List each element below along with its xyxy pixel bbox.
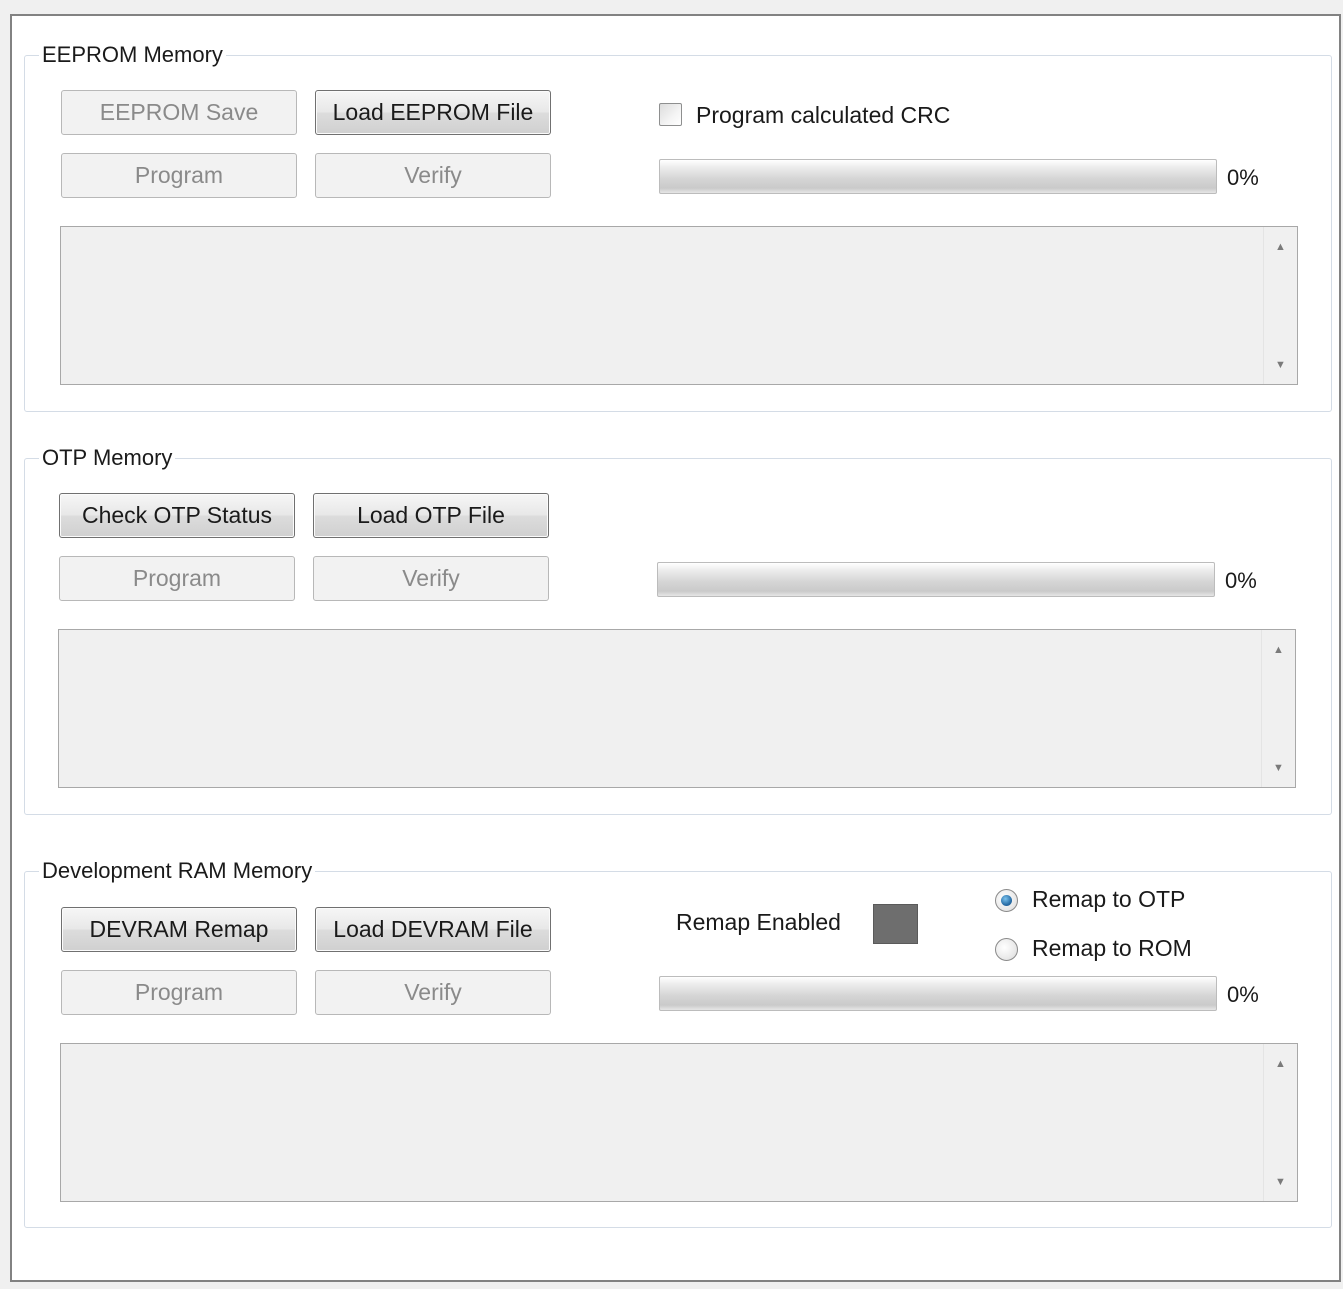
top-strip [0,0,1343,14]
load-eeprom-file-button[interactable]: Load EEPROM File [315,90,551,135]
eeprom-progress-bar [659,159,1217,194]
devram-log-text[interactable] [61,1044,1263,1201]
eeprom-group-title: EEPROM Memory [39,41,226,69]
devram-log-area[interactable]: ▲ ▼ [60,1043,1298,1202]
scroll-up-arrow-icon[interactable]: ▲ [1264,232,1297,262]
remap-enabled-indicator [873,904,918,944]
devram-program-button[interactable]: Program [61,970,297,1015]
program-crc-label[interactable]: Program calculated CRC [696,101,950,129]
otp-log-text[interactable] [59,630,1261,787]
scroll-down-arrow-icon[interactable]: ▼ [1262,753,1295,783]
scroll-down-arrow-icon[interactable]: ▼ [1264,1167,1297,1197]
devram-memory-group: Development RAM Memory DEVRAM Remap Load… [24,857,1332,1228]
otp-group-title: OTP Memory [39,444,176,472]
otp-progress-bar [657,562,1215,597]
eeprom-log-scrollbar[interactable]: ▲ ▼ [1263,227,1297,384]
remap-to-rom-radio[interactable] [995,938,1018,961]
eeprom-memory-group: EEPROM Memory EEPROM Save Load EEPROM Fi… [24,41,1332,412]
otp-program-button[interactable]: Program [59,556,295,601]
program-crc-checkbox[interactable] [659,103,682,126]
devram-log-scrollbar[interactable]: ▲ ▼ [1263,1044,1297,1201]
radio-selected-dot [1001,895,1012,906]
memory-panel: EEPROM Memory EEPROM Save Load EEPROM Fi… [10,14,1341,1282]
otp-progress-percent: 0% [1225,568,1257,593]
remap-to-otp-radio[interactable] [995,889,1018,912]
eeprom-save-button[interactable]: EEPROM Save [61,90,297,135]
otp-verify-button[interactable]: Verify [313,556,549,601]
check-otp-status-button[interactable]: Check OTP Status [59,493,295,538]
remap-enabled-label: Remap Enabled [676,909,841,935]
otp-memory-group: OTP Memory Check OTP Status Load OTP Fil… [24,444,1332,815]
load-otp-file-button[interactable]: Load OTP File [313,493,549,538]
otp-log-scrollbar[interactable]: ▲ ▼ [1261,630,1295,787]
eeprom-progress-percent: 0% [1227,165,1259,190]
devram-progress-percent: 0% [1227,982,1259,1007]
eeprom-log-text[interactable] [61,227,1263,384]
eeprom-program-button[interactable]: Program [61,153,297,198]
devram-progress-bar [659,976,1217,1011]
otp-log-area[interactable]: ▲ ▼ [58,629,1296,788]
load-devram-file-button[interactable]: Load DEVRAM File [315,907,551,952]
scroll-up-arrow-icon[interactable]: ▲ [1262,635,1295,665]
scroll-up-arrow-icon[interactable]: ▲ [1264,1049,1297,1079]
remap-to-rom-label[interactable]: Remap to ROM [1032,934,1192,962]
eeprom-log-area[interactable]: ▲ ▼ [60,226,1298,385]
devram-group-title: Development RAM Memory [39,857,316,885]
devram-verify-button[interactable]: Verify [315,970,551,1015]
scroll-down-arrow-icon[interactable]: ▼ [1264,350,1297,380]
remap-to-otp-label[interactable]: Remap to OTP [1032,885,1185,913]
eeprom-verify-button[interactable]: Verify [315,153,551,198]
devram-remap-button[interactable]: DEVRAM Remap [61,907,297,952]
